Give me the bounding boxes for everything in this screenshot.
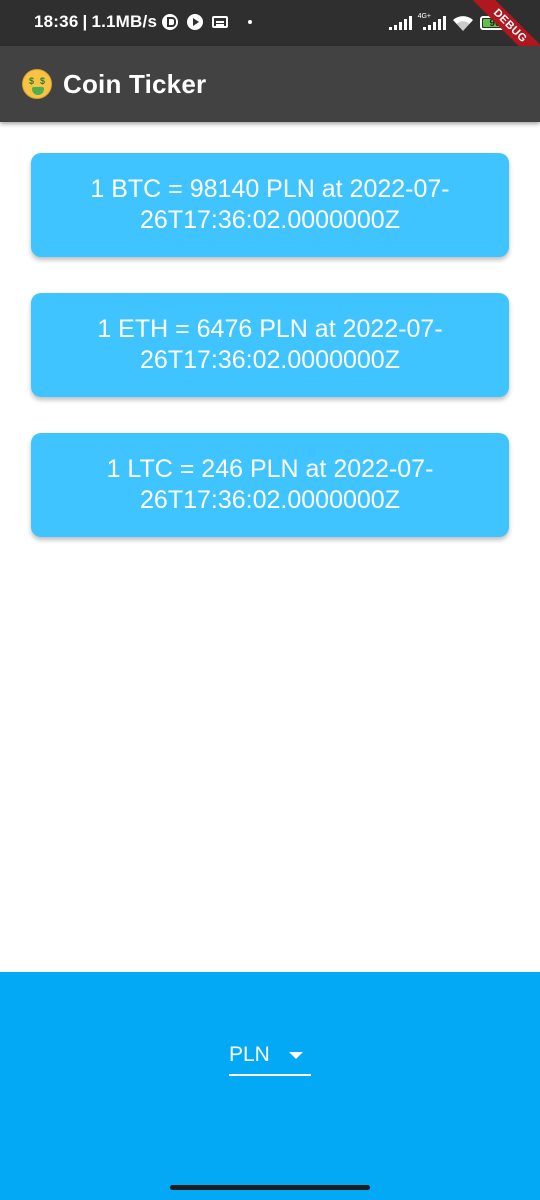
signal-icon [388, 16, 412, 30]
battery-level: 90 [489, 17, 501, 29]
status-bar: 18:36 | 1.1MB/s 4G+ 90 DEBUG [0, 0, 540, 75]
currency-dropdown[interactable]: PLN [229, 1042, 311, 1076]
money-mouth-face-icon: $ $ [22, 69, 52, 99]
status-time: 18:36 [34, 12, 79, 31]
app-bar: $ $ Coin Ticker [0, 46, 540, 122]
rate-card-eth: 1 ETH = 6476 PLN at 2022-07-26T17:36:02.… [31, 293, 509, 397]
wifi-icon [452, 16, 474, 31]
status-net-speed: 1.1MB/s [91, 12, 158, 31]
play-icon [187, 14, 204, 30]
status-right: 4G+ 90 [388, 13, 513, 31]
arrow-drop-down-icon [288, 1051, 303, 1059]
currency-selected-value: PLN [229, 1043, 270, 1066]
rate-card-ltc: 1 LTC = 246 PLN at 2022-07-26T17:36:02.0… [31, 433, 509, 537]
status-left: 18:36 | 1.1MB/s [34, 12, 253, 32]
home-indicator[interactable] [170, 1185, 370, 1190]
status-separator: | [82, 12, 88, 31]
p-icon [162, 14, 179, 30]
rate-card-btc: 1 BTC = 98140 PLN at 2022-07-26T17:36:02… [31, 153, 509, 257]
currency-picker-panel: PLN [0, 972, 540, 1200]
dot-icon [248, 20, 253, 24]
rates-list: 1 BTC = 98140 PLN at 2022-07-26T17:36:02… [31, 153, 509, 573]
card-icon [212, 16, 229, 28]
screen: 18:36 | 1.1MB/s 4G+ 90 DEBUG $ $ Coin Ti… [0, 0, 540, 1200]
network-type-label: 4G+ [417, 13, 431, 20]
battery-icon: 90 [480, 16, 513, 30]
app-title: Coin Ticker [63, 68, 207, 99]
